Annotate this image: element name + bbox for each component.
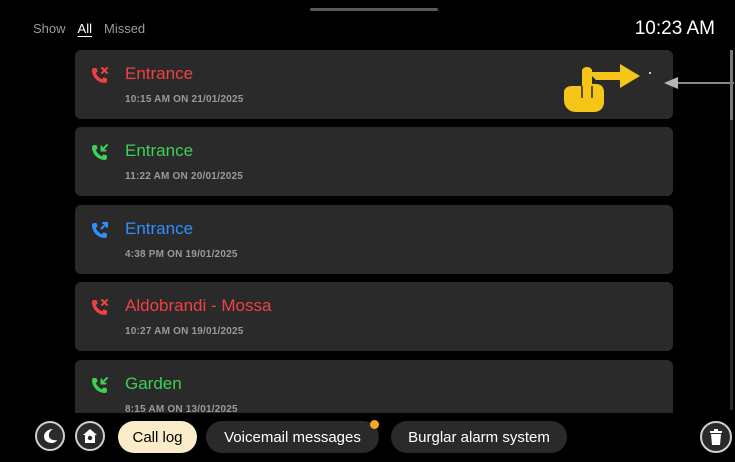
- call-filter: Show All Missed: [33, 21, 145, 39]
- incoming-call-icon: [92, 144, 108, 160]
- swipe-hand-icon: [564, 64, 640, 112]
- bottom-bar: Call log Voicemail messages Burglar alar…: [0, 420, 735, 456]
- call-row[interactable]: Garden 8:15 AM ON 13/01/2025: [75, 360, 673, 413]
- filter-all[interactable]: All: [78, 21, 92, 39]
- call-row[interactable]: Aldobrandi - Mossa 10:27 AM ON 19/01/202…: [75, 282, 673, 351]
- delete-button[interactable]: [700, 421, 732, 453]
- home-alarm-button[interactable]: [75, 421, 105, 451]
- tab-burglar-alarm-system[interactable]: Burglar alarm system: [391, 421, 567, 453]
- night-mode-button[interactable]: [35, 421, 65, 451]
- caller-name: Entrance: [125, 219, 194, 238]
- call-time: 8:15 AM ON 13/01/2025: [125, 404, 238, 413]
- voicemail-notification-badge: [370, 420, 379, 429]
- scrollbar-thumb[interactable]: [730, 50, 733, 120]
- call-row[interactable]: Entrance 4:38 PM ON 19/01/2025: [75, 205, 673, 274]
- clock: 10:23 AM: [634, 18, 715, 39]
- home-alarm-icon: [83, 429, 97, 443]
- incoming-call-icon: [92, 377, 108, 393]
- missed-call-icon: [92, 67, 108, 83]
- call-time: 10:15 AM ON 21/01/2025: [125, 94, 244, 105]
- call-log-screen: Show All Missed 10:23 AM Entrance 10:15 …: [0, 0, 735, 462]
- caller-name: Aldobrandi - Mossa: [125, 296, 272, 315]
- trash-icon: [710, 429, 722, 445]
- filter-missed[interactable]: Missed: [104, 21, 145, 39]
- missed-call-icon: [92, 299, 108, 315]
- tab-call-log[interactable]: Call log: [118, 421, 197, 453]
- filter-label: Show: [33, 21, 66, 36]
- pull-down-handle[interactable]: [310, 8, 438, 11]
- caller-name: Entrance: [125, 141, 194, 160]
- arrow-left-icon: [664, 77, 734, 89]
- caller-name: Garden: [125, 374, 182, 393]
- outgoing-call-icon: [92, 222, 108, 238]
- swipe-target-dot: [649, 72, 651, 74]
- tab-voicemail-messages[interactable]: Voicemail messages: [206, 421, 379, 453]
- call-time: 11:22 AM ON 20/01/2025: [125, 171, 243, 182]
- call-time: 10:27 AM ON 19/01/2025: [125, 326, 244, 337]
- moon-icon: [44, 429, 57, 443]
- call-row[interactable]: Entrance 11:22 AM ON 20/01/2025: [75, 127, 673, 196]
- caller-name: Entrance: [125, 64, 194, 83]
- call-time: 4:38 PM ON 19/01/2025: [125, 249, 238, 260]
